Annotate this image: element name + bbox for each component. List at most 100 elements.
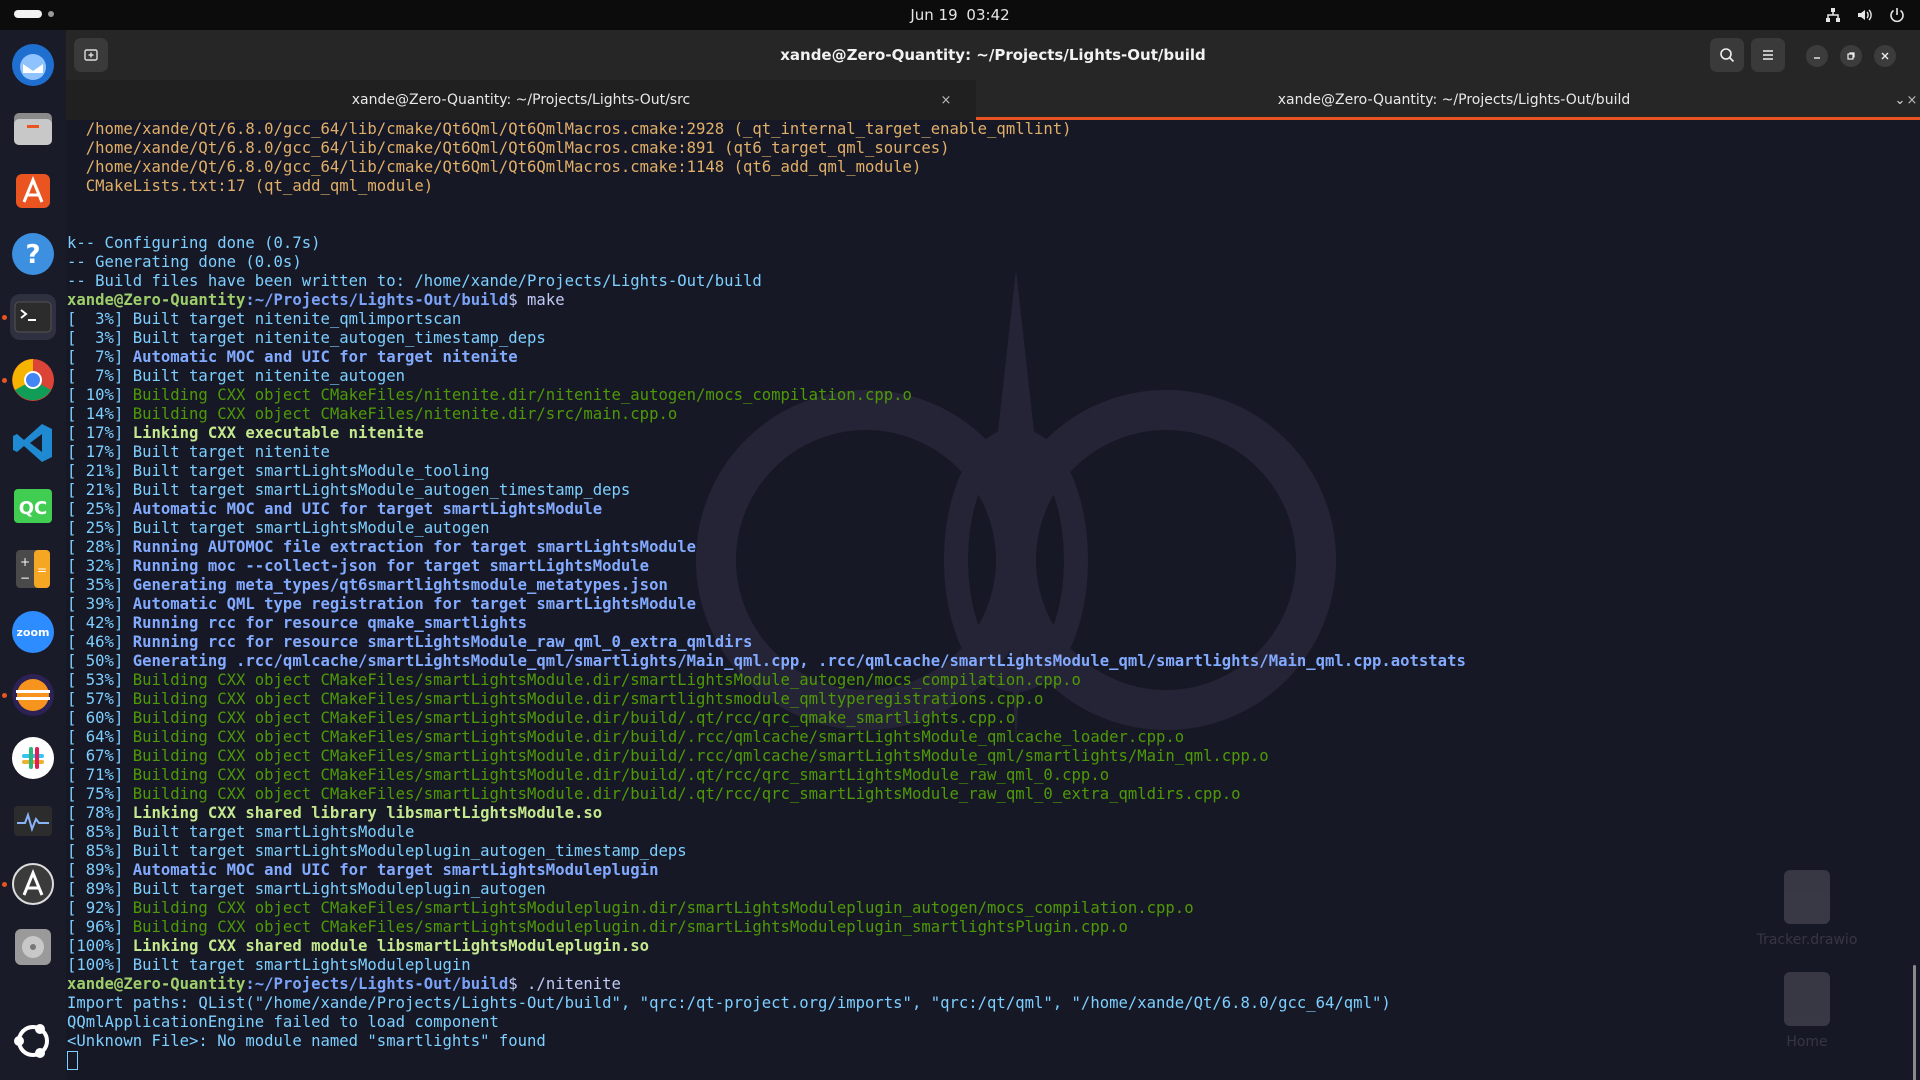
output-text: CMakeLists.txt:17 (qt_add_qml_module)	[67, 177, 434, 195]
close-button[interactable]	[1874, 45, 1896, 67]
clock[interactable]: Jun 19 03:42	[0, 6, 1920, 24]
search-icon	[1720, 48, 1735, 63]
dock-software-updater[interactable]	[10, 861, 56, 907]
clock-date: Jun 19	[910, 6, 958, 24]
maximize-button[interactable]	[1840, 45, 1862, 67]
terminal-line: /home/xande/Qt/6.8.0/gcc_64/lib/cmake/Qt…	[67, 139, 1867, 158]
dock-chrome[interactable]	[10, 357, 56, 403]
minimize-icon	[1814, 57, 1820, 59]
build-message: Built target smartLightsModule_autogen	[132, 519, 490, 537]
build-message: Building CXX object CMakeFiles/smartLigh…	[132, 918, 1128, 936]
build-message: Built target smartLightsModule	[132, 823, 415, 841]
dock-thunderbird[interactable]	[10, 42, 56, 88]
build-progress: [ 89%]	[67, 880, 133, 898]
svg-text:zoom: zoom	[17, 626, 50, 639]
build-message: Built target nitenite_autogen_timestamp_…	[132, 329, 546, 347]
build-progress: [ 25%]	[67, 500, 133, 518]
build-progress: [ 21%]	[67, 481, 133, 499]
svg-text:?: ?	[25, 240, 40, 270]
build-message: Generating .rcc/qmlcache/smartLightsModu…	[132, 652, 1466, 670]
slack-icon	[12, 737, 54, 779]
terminal-line: [ 35%] Generating meta_types/qt6smartlig…	[67, 576, 1867, 595]
terminal-line: xande@Zero-Quantity:~/Projects/Lights-Ou…	[67, 291, 1867, 310]
dock-slack[interactable]	[10, 735, 56, 781]
tab-src[interactable]: xande@Zero-Quantity: ~/Projects/Lights-O…	[66, 80, 976, 120]
build-message: Linking CXX shared library libsmartLight…	[132, 804, 603, 822]
terminal-line: [ 17%] Built target nitenite	[67, 443, 1867, 462]
build-message: Built target nitenite	[132, 443, 330, 461]
build-message: Built target smartLightsModule_autogen_t…	[132, 481, 631, 499]
dock-terminal[interactable]	[10, 294, 56, 340]
build-progress: [ 75%]	[67, 785, 133, 803]
build-progress: [ 85%]	[67, 823, 133, 841]
network-icon	[1826, 8, 1840, 22]
help-icon: ?	[12, 233, 54, 275]
running-indicator	[2, 693, 7, 698]
terminal-line: [ 50%] Generating .rcc/qmlcache/smartLig…	[67, 652, 1867, 671]
window-title: xande@Zero-Quantity: ~/Projects/Lights-O…	[780, 46, 1206, 64]
dock-disk[interactable]	[10, 924, 56, 970]
svg-text:QC: QC	[19, 498, 48, 519]
desktop-icon-tracker[interactable]: Tracker.drawio	[1752, 870, 1862, 948]
build-progress: [ 46%]	[67, 633, 133, 651]
dock-zoom[interactable]: zoom	[10, 609, 56, 655]
build-progress: [ 3%]	[67, 310, 133, 328]
terminal-line: [ 42%] Running rcc for resource qmake_sm…	[67, 614, 1867, 633]
power-icon	[1890, 8, 1904, 23]
dock-calculator[interactable]: + − =	[10, 546, 56, 592]
prompt-user: xande@Zero-Quantity	[67, 291, 246, 309]
terminal-line: Import paths: QList("/home/xande/Project…	[67, 994, 1867, 1013]
terminal-line: [ 25%] Automatic MOC and UIC for target …	[67, 500, 1867, 519]
terminal-scrollbar[interactable]	[1913, 965, 1916, 1080]
qt-creator-icon: QC	[14, 489, 52, 523]
terminal-line: [ 96%] Building CXX object CMakeFiles/sm…	[67, 918, 1867, 937]
build-progress: [ 57%]	[67, 690, 133, 708]
terminal-lines: /home/xande/Qt/6.8.0/gcc_64/lib/cmake/Qt…	[67, 120, 1867, 1070]
tab-build[interactable]: xande@Zero-Quantity: ~/Projects/Lights-O…	[976, 80, 1920, 120]
build-progress: [ 42%]	[67, 614, 133, 632]
terminal-line: [ 53%] Building CXX object CMakeFiles/sm…	[67, 671, 1867, 690]
svg-text:−: −	[20, 571, 30, 585]
tab-bar: xande@Zero-Quantity: ~/Projects/Lights-O…	[66, 80, 1920, 120]
terminal-line: [ 85%] Built target smartLightsModule	[67, 823, 1867, 842]
desktop-icon-home[interactable]: Home	[1752, 972, 1862, 1050]
dock-files[interactable]	[10, 105, 56, 151]
dock-show-apps[interactable]	[10, 1018, 56, 1064]
build-progress: [ 14%]	[67, 405, 133, 423]
minimize-button[interactable]	[1806, 45, 1828, 67]
terminal-line: [ 85%] Built target smartLightsModuleplu…	[67, 842, 1867, 861]
dock-system-monitor[interactable]	[10, 798, 56, 844]
terminal-line: [ 75%] Building CXX object CMakeFiles/sm…	[67, 785, 1867, 804]
header-bar: xande@Zero-Quantity: ~/Projects/Lights-O…	[66, 30, 1920, 80]
terminal-line	[67, 1051, 1867, 1070]
prompt-command: $ make	[508, 291, 565, 309]
terminal-line: [ 32%] Running moc --collect-json for ta…	[67, 557, 1867, 576]
search-button[interactable]	[1710, 38, 1744, 72]
tab-menu-button[interactable]: ⌄	[1890, 90, 1910, 110]
disk-icon	[15, 929, 51, 965]
build-progress: [ 67%]	[67, 747, 133, 765]
build-progress: [ 53%]	[67, 671, 133, 689]
build-progress: [ 28%]	[67, 538, 133, 556]
dock-help[interactable]: ?	[10, 231, 56, 277]
terminal-line: [ 14%] Building CXX object CMakeFiles/ni…	[67, 405, 1867, 424]
dock-vscode[interactable]	[10, 420, 56, 466]
dock-qt-creator[interactable]: QC	[10, 483, 56, 529]
terminal-line: [ 21%] Built target smartLightsModule_au…	[67, 481, 1867, 500]
build-progress: [ 10%]	[67, 386, 133, 404]
dock-eclipse[interactable]	[10, 672, 56, 718]
terminal-output[interactable]: /home/xande/Qt/6.8.0/gcc_64/lib/cmake/Qt…	[66, 120, 1920, 1080]
build-progress: [ 32%]	[67, 557, 133, 575]
build-message: Built target smartLightsModule_tooling	[132, 462, 490, 480]
build-message: Building CXX object CMakeFiles/smartLigh…	[132, 766, 1110, 784]
build-message: Automatic MOC and UIC for target nitenit…	[132, 348, 518, 366]
output-text: /home/xande/Qt/6.8.0/gcc_64/lib/cmake/Qt…	[67, 120, 1072, 138]
menu-button[interactable]	[1751, 38, 1785, 72]
build-progress: [ 25%]	[67, 519, 133, 537]
terminal-line: [ 89%] Automatic MOC and UIC for target …	[67, 861, 1867, 880]
prompt-user: xande@Zero-Quantity	[67, 975, 246, 993]
dock: ? QC + − = zoom	[0, 30, 66, 1080]
tab-close-icon[interactable]: ×	[938, 92, 954, 108]
dock-app-center[interactable]	[10, 168, 56, 214]
system-tray[interactable]	[1824, 6, 1906, 24]
